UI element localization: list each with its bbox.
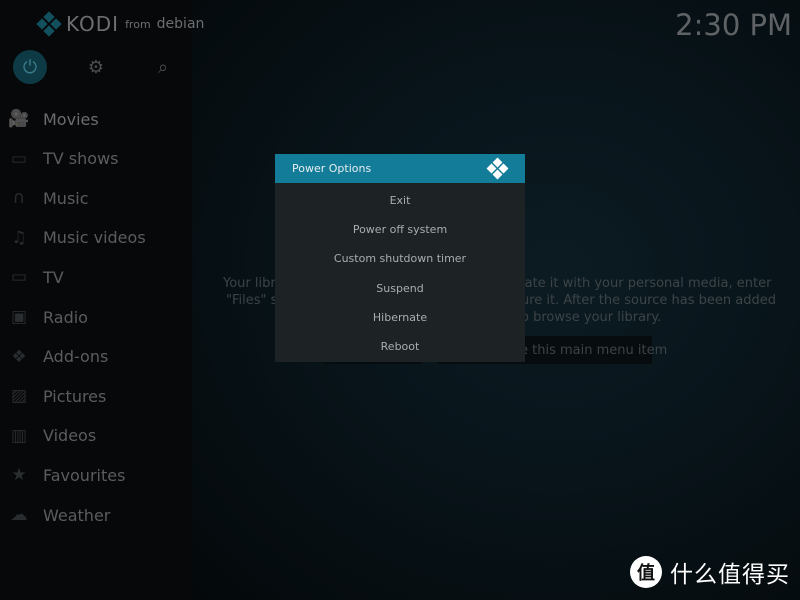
library-text-1b: late it with your personal media, enter <box>521 276 772 291</box>
power-icon: ⏻ <box>22 56 38 78</box>
sidebar-item-label: Favourites <box>43 465 126 485</box>
sidebar-item-label: TV <box>43 267 64 287</box>
search-button[interactable]: ⌕ <box>146 50 180 84</box>
film-icon: ▥ <box>10 425 28 446</box>
sidebar-item-tv[interactable]: ▭ TV <box>0 259 192 295</box>
sidebar: KODI from debian ⏻ ⚙ ⌕ 🎥 Movies ▭ TV shows ∩… <box>0 0 204 600</box>
option-power-off-system[interactable]: Power off system <box>275 215 525 244</box>
tv-antenna-icon: ▭ <box>10 267 28 288</box>
library-text-2a: "Files" s <box>226 293 278 308</box>
clock: 2:30 PM <box>675 8 792 42</box>
sidebar-item-music-videos[interactable]: ♫ Music videos <box>0 220 192 256</box>
sidebar-item-label: Weather <box>43 505 111 525</box>
sidebar-item-videos[interactable]: ▥ Videos <box>0 418 192 454</box>
sidebar-item-label: Add-ons <box>43 347 109 367</box>
kodi-logo: KODI from debian <box>36 11 205 37</box>
search-icon: ⌕ <box>157 56 169 78</box>
sidebar-item-label: Videos <box>43 426 97 446</box>
sidebar-item-label: Pictures <box>43 386 107 406</box>
sidebar-item-favourites[interactable]: ★ Favourites <box>0 457 192 493</box>
dialog-title: Power Options <box>292 162 372 175</box>
radio-icon: ▣ <box>10 307 28 327</box>
option-custom-shutdown-timer[interactable]: Custom shutdown timer <box>275 244 525 273</box>
sidebar-item-add-ons[interactable]: ❖ Add-ons <box>0 339 192 375</box>
addons-box-icon: ❖ <box>11 346 27 367</box>
sidebar-item-label: Music videos <box>43 228 146 248</box>
headphones-icon: ∩ <box>12 188 26 209</box>
tv-icon: ▭ <box>10 148 28 169</box>
library-text-3: o browse your library. <box>521 310 662 325</box>
option-exit[interactable]: Exit <box>275 186 525 215</box>
sidebar-item-tv-shows[interactable]: ▭ TV shows <box>0 141 192 177</box>
kodi-logo-icon <box>36 11 62 37</box>
settings-button[interactable]: ⚙ <box>79 50 113 84</box>
watermark: 值 什么值得买 <box>630 555 790 589</box>
option-reboot[interactable]: Reboot <box>275 332 525 361</box>
power-button[interactable]: ⏻ <box>13 50 47 84</box>
music-video-icon: ♫ <box>11 227 27 248</box>
weather-icon: ☁ <box>10 505 28 525</box>
option-suspend[interactable]: Suspend <box>275 274 525 303</box>
watermark-text: 什么值得买 <box>670 562 790 588</box>
sidebar-item-label: Movies <box>43 109 99 129</box>
gear-icon: ⚙ <box>87 56 105 78</box>
sidebar-item-radio[interactable]: ▣ Radio <box>0 299 192 335</box>
remove-menu-item-label: e this main menu item <box>520 343 668 358</box>
sidebar-item-label: Radio <box>43 307 88 327</box>
sidebar-item-music[interactable]: ∩ Music <box>0 180 192 216</box>
brand-from: from <box>125 17 151 31</box>
star-icon: ★ <box>11 465 27 486</box>
movie-camera-icon: 🎥 <box>8 109 30 129</box>
library-text-2b: ure it. After the source has been added <box>521 293 776 308</box>
picture-icon: ▨ <box>10 386 28 407</box>
kodi-logo-icon <box>486 157 509 179</box>
sidebar-item-movies[interactable]: 🎥 Movies <box>0 101 192 137</box>
dialog-header: Power Options <box>275 154 525 183</box>
sidebar-item-weather[interactable]: ☁ Weather <box>0 497 192 533</box>
brand-distro: debian <box>156 16 205 32</box>
option-hibernate[interactable]: Hibernate <box>275 303 525 332</box>
brand-name: KODI <box>66 12 120 36</box>
power-options-dialog: Power Options Exit Power off system Custom… <box>275 154 525 362</box>
sidebar-item-pictures[interactable]: ▨ Pictures <box>0 378 192 414</box>
watermark-badge: 值 <box>630 556 662 588</box>
sidebar-item-label: Music <box>43 188 89 208</box>
sidebar-item-label: TV shows <box>43 149 119 169</box>
library-text-1a: Your libr <box>223 276 276 291</box>
